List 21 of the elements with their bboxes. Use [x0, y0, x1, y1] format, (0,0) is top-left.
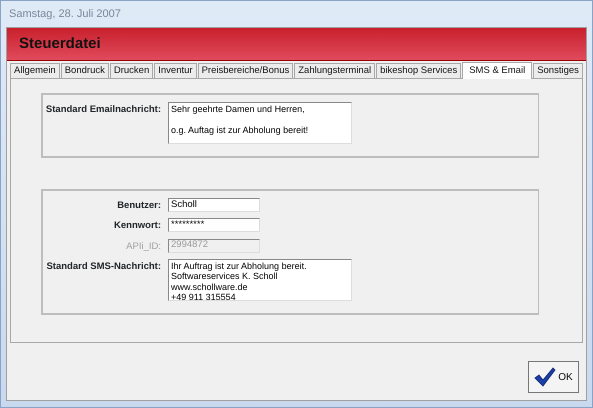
input-field[interactable]: ********* [168, 218, 260, 232]
tab[interactable]: Zahlungsterminal [294, 63, 376, 78]
input-field[interactable]: Scholl [168, 198, 260, 212]
tab[interactable]: Bondruck [60, 63, 109, 78]
tab[interactable]: SMS & Email [462, 62, 532, 79]
field-label: APIi_ID: [125, 240, 162, 254]
tab[interactable]: Sonstiges [533, 63, 583, 78]
window-title: Samstag, 28. Juli 2007 [8, 7, 122, 22]
header-title: Steuerdatei [19, 34, 101, 54]
text-area[interactable]: Sehr geehrte Damen und Herren, o.g. Auftag ist zur Abholung bereit! [168, 102, 352, 144]
field-label: Kennwort: [113, 219, 162, 234]
field-label: Benutzer: [116, 199, 162, 213]
field-label: Standard Emailnachricht: [44, 103, 162, 117]
tab[interactable]: Drucken [110, 63, 154, 78]
tab[interactable]: Preisbereiche/Bonus [198, 63, 294, 78]
checkmark-icon [534, 367, 556, 387]
tab[interactable]: Allgemein [10, 63, 60, 78]
tab[interactable]: Inventur [154, 63, 197, 78]
tab[interactable]: bikeshop Services [376, 63, 462, 78]
ok-button[interactable]: OK [528, 361, 579, 393]
field-label: Standard SMS-Nachricht: [45, 260, 162, 274]
